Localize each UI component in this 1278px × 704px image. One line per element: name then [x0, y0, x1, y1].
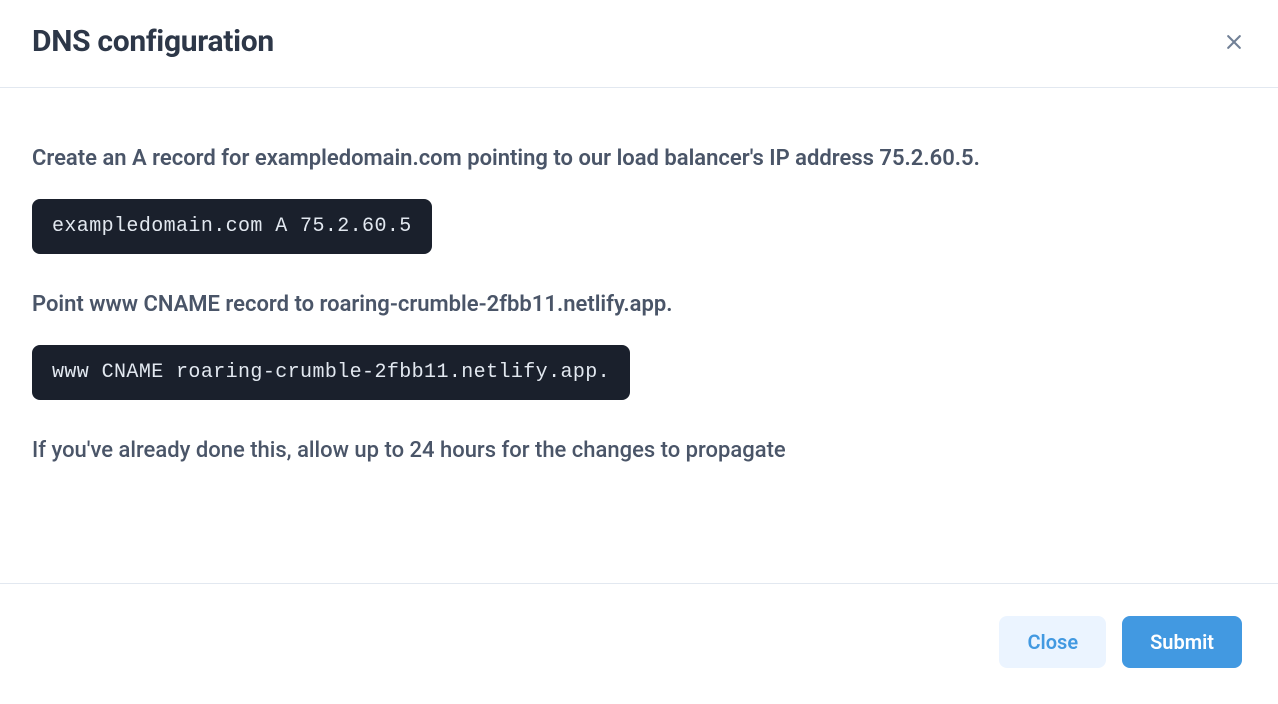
cname-code: www CNAME roaring-crumble-2fbb11.netlify… [32, 345, 630, 400]
modal-title: DNS configuration [32, 24, 274, 59]
modal-body: Create an A record for exampledomain.com… [0, 88, 1278, 583]
a-record-instruction: Create an A record for exampledomain.com… [32, 144, 1246, 175]
modal-header: DNS configuration [0, 0, 1278, 88]
a-record-code: exampledomain.com A 75.2.60.5 [32, 199, 432, 254]
propagation-note: If you've already done this, allow up to… [32, 436, 1246, 467]
modal-footer: Close Submit [0, 583, 1278, 704]
submit-button[interactable]: Submit [1122, 616, 1242, 668]
cname-instruction: Point www CNAME record to roaring-crumbl… [32, 290, 1246, 321]
close-button[interactable]: Close [999, 616, 1106, 668]
dns-config-modal: DNS configuration Create an A record for… [0, 0, 1278, 704]
close-icon[interactable] [1222, 30, 1246, 54]
